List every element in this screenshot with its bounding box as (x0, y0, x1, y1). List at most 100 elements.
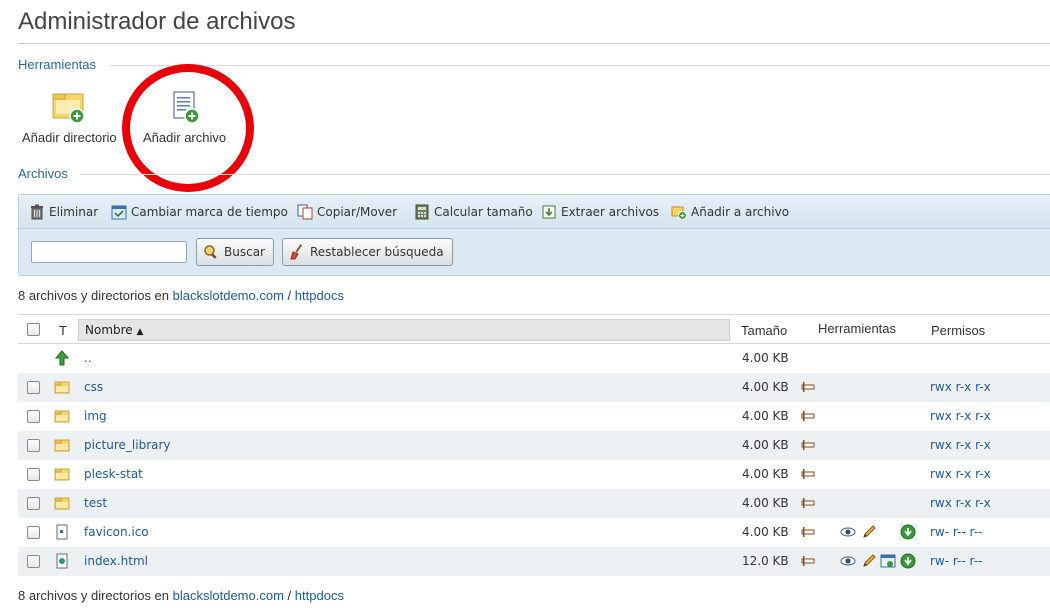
rename-icon[interactable] (800, 437, 816, 453)
permissions-link[interactable]: rwx r-x r-x (930, 409, 991, 423)
table-row: index.html 12.0 KB rw- r-- r-- (18, 547, 1050, 576)
name-column-header[interactable]: Nombre ▲ (78, 319, 730, 341)
eye-icon[interactable] (840, 524, 856, 540)
permissions-link[interactable]: rwx r-x r-x (930, 438, 991, 452)
domain-link[interactable]: blackslotdemo.com (173, 288, 284, 303)
copy-move-label: Copiar/Mover (317, 205, 398, 219)
tools-section-label: Herramientas (18, 57, 97, 72)
permissions-link[interactable]: rw- r-- r-- (930, 554, 982, 568)
file-name-link[interactable]: favicon.ico (84, 525, 149, 539)
change-timestamp-label: Cambiar marca de tiempo (131, 205, 288, 219)
pencil-icon[interactable] (861, 524, 877, 540)
download-icon[interactable] (900, 553, 916, 569)
file-name-link[interactable]: test (84, 496, 107, 510)
copy-move-button[interactable]: Copiar/Mover (297, 204, 397, 220)
folder-link[interactable]: httpdocs (295, 288, 344, 303)
file-size: 4.00 KB (742, 525, 789, 539)
path-separator: / (287, 288, 292, 303)
page-title: Administrador de archivos (18, 8, 296, 35)
permissions-link[interactable]: rwx r-x r-x (930, 467, 991, 481)
copy-icon (297, 204, 313, 220)
extract-files-button[interactable]: Extraer archivos (541, 204, 659, 220)
rename-icon[interactable] (800, 408, 816, 424)
file-size: 4.00 KB (742, 409, 789, 423)
delete-button[interactable]: Eliminar (29, 204, 98, 220)
permissions-column-header: Permisos (931, 323, 986, 338)
row-checkbox[interactable] (27, 497, 40, 510)
file-size: 4.00 KB (742, 351, 789, 365)
extract-icon (542, 205, 556, 219)
file-name-link[interactable]: img (84, 409, 107, 423)
search-input[interactable] (31, 241, 187, 263)
rename-icon[interactable] (800, 495, 816, 511)
calculate-size-label: Calcular tamaño (434, 205, 533, 219)
search-button[interactable]: Buscar (196, 238, 274, 266)
rename-icon[interactable] (800, 466, 816, 482)
broom-icon (290, 244, 303, 260)
pencil-icon[interactable] (861, 553, 877, 569)
reset-search-label: Restablecer búsqueda (310, 245, 444, 259)
reset-search-button[interactable]: Restablecer búsqueda (282, 238, 453, 266)
folder-icon (54, 466, 70, 482)
row-checkbox[interactable] (27, 555, 40, 568)
table-row: test 4.00 KB rwx r-x r-x (18, 489, 1050, 518)
table-body: .. 4.00 KB css 4.00 KB rwx r-x r-x img 4.00 KB… (18, 344, 1050, 576)
summary-bottom: 8 archivos y directorios en blackslotdem… (18, 588, 344, 603)
archive-add-icon (671, 206, 687, 220)
rename-icon[interactable] (800, 553, 816, 569)
calculate-size-button[interactable]: Calcular tamaño (414, 204, 533, 220)
title-divider (18, 43, 1050, 44)
table-header: T Nombre ▲ Tamaño Herramientas Permisos (18, 314, 1050, 344)
file-name-link[interactable]: index.html (84, 554, 148, 568)
table-row: img 4.00 KB rwx r-x r-x (18, 402, 1050, 431)
folder-icon (54, 437, 70, 453)
path-separator: / (287, 588, 292, 603)
file-name-link[interactable]: css (84, 380, 103, 394)
files-toolbar-panel: Eliminar Cambiar marca de tiempo Copiar/… (18, 194, 1050, 276)
folder-icon (54, 408, 70, 424)
add-file-icon (173, 91, 200, 124)
rename-icon[interactable] (800, 379, 816, 395)
file-size: 4.00 KB (742, 380, 789, 394)
html-editor-icon[interactable] (880, 553, 896, 569)
file-name-link[interactable]: plesk-stat (84, 467, 143, 481)
summary-text: 8 archivos y directorios en (18, 588, 170, 603)
eye-icon[interactable] (840, 553, 856, 569)
file-size: 4.00 KB (742, 496, 789, 510)
add-to-archive-button[interactable]: Añadir a archivo (671, 204, 789, 220)
file-name-link[interactable]: picture_library (84, 438, 171, 452)
download-icon[interactable] (900, 524, 916, 540)
add-directory-button[interactable]: Añadir directorio (22, 90, 117, 145)
change-timestamp-button[interactable]: Cambiar marca de tiempo (111, 204, 288, 220)
row-checkbox[interactable] (27, 468, 40, 481)
domain-link[interactable]: blackslotdemo.com (173, 588, 284, 603)
size-column-header: Tamaño (741, 323, 788, 338)
rename-icon[interactable] (800, 524, 816, 540)
add-file-button[interactable]: Añadir archivo (143, 90, 226, 145)
action-bar: Eliminar Cambiar marca de tiempo Copiar/… (19, 195, 1050, 229)
sort-ascending-icon: ▲ (136, 327, 144, 337)
select-all-checkbox[interactable] (27, 323, 40, 336)
html-file-icon (54, 553, 70, 569)
row-checkbox[interactable] (27, 381, 40, 394)
table-row: plesk-stat 4.00 KB rwx r-x r-x (18, 460, 1050, 489)
row-checkbox[interactable] (27, 526, 40, 539)
folder-link[interactable]: httpdocs (295, 588, 344, 603)
table-row: .. 4.00 KB (18, 344, 1050, 373)
row-checkbox[interactable] (27, 410, 40, 423)
file-size: 4.00 KB (742, 438, 789, 452)
folder-icon (54, 495, 70, 511)
file-name-link[interactable]: .. (84, 351, 92, 365)
permissions-link[interactable]: rwx r-x r-x (930, 496, 991, 510)
trash-icon (31, 204, 43, 220)
files-section-divider (80, 174, 1050, 175)
table-row: favicon.ico 4.00 KB rw- r-- r-- (18, 518, 1050, 547)
calculator-icon (415, 204, 429, 220)
name-header-label: Nombre (85, 323, 133, 337)
extract-files-label: Extraer archivos (561, 205, 660, 219)
permissions-link[interactable]: rwx r-x r-x (930, 380, 991, 394)
permissions-link[interactable]: rw- r-- r-- (930, 525, 982, 539)
up-arrow-icon (54, 350, 70, 366)
row-checkbox[interactable] (27, 439, 40, 452)
calendar-icon (111, 205, 127, 220)
